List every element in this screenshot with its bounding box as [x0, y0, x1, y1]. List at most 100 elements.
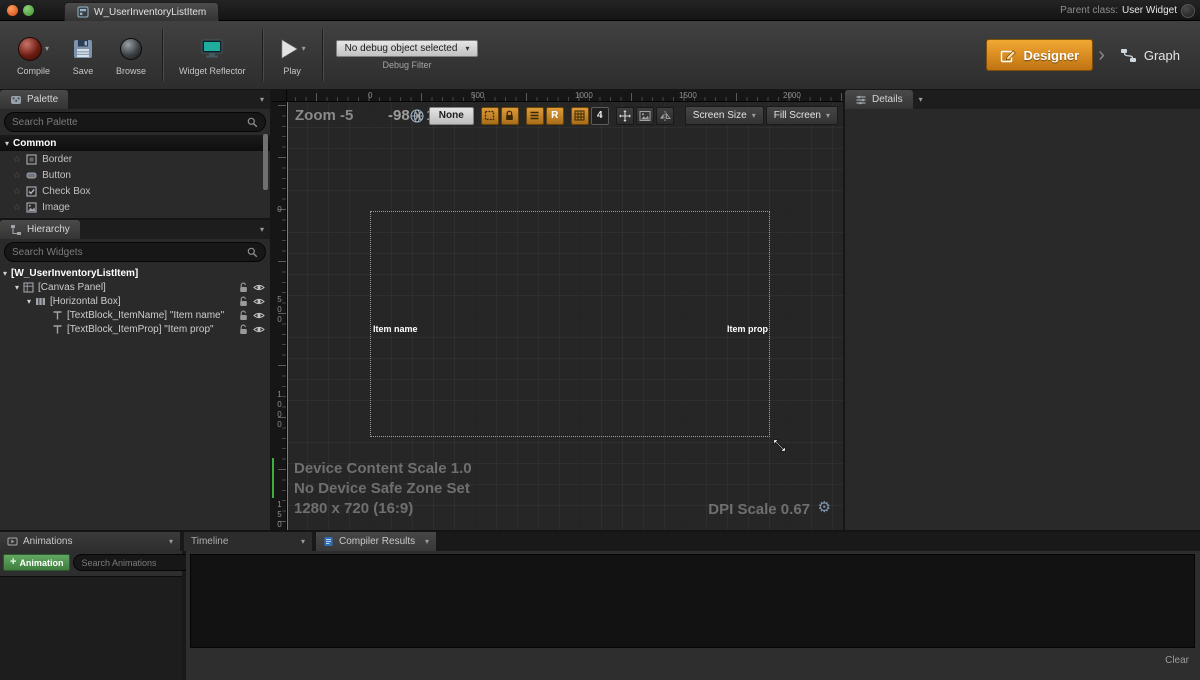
canvas-item-prop-text[interactable]: Item prop — [708, 324, 768, 334]
palette-item-check-box[interactable]: Check Box — [0, 183, 270, 199]
favorite-star-icon[interactable] — [13, 154, 21, 165]
clear-button[interactable]: Clear — [1165, 655, 1189, 666]
tab-menu-chevron-icon[interactable] — [301, 537, 305, 547]
hierarchy-search-input[interactable] — [12, 247, 243, 258]
guides-toggle-button[interactable] — [526, 107, 544, 125]
palette-menu-chevron-icon[interactable] — [260, 95, 264, 105]
hierarchy-menu-chevron-icon[interactable] — [260, 225, 264, 235]
expander-icon[interactable] — [3, 268, 7, 279]
tab-animations[interactable]: Animations — [0, 532, 180, 551]
hierarchy-item-horizontal-box[interactable]: [Horizontal Box] — [0, 294, 270, 308]
designer-mode-button[interactable]: Designer — [986, 39, 1094, 71]
ruler-label: 1500 — [275, 500, 284, 530]
asset-tab[interactable]: W_UserInventoryListItem — [64, 2, 219, 21]
bottom-tab-row: Animations Timeline Compiler Results — [0, 532, 1200, 551]
snap-size-button[interactable]: 4 — [591, 107, 609, 125]
chevron-down-icon — [465, 44, 469, 54]
palette-search[interactable] — [4, 112, 266, 132]
favorite-star-icon[interactable] — [13, 186, 21, 197]
tab-compiler-results[interactable]: Compiler Results — [316, 532, 436, 551]
expander-icon[interactable] — [27, 296, 31, 307]
debug-object-dropdown[interactable]: No debug object selected — [336, 40, 479, 57]
play-button[interactable]: Play — [268, 21, 317, 89]
bottom-dock: Animations Timeline Compiler Results — [0, 530, 1200, 680]
hierarchy-item-textblock-itemname[interactable]: [TextBlock_ItemName] "Item name" — [0, 308, 270, 322]
design-canvas[interactable]: Zoom -5 -98 x 1,364 None — [287, 102, 843, 530]
chevron-down-icon — [752, 111, 756, 121]
expander-icon[interactable] — [15, 282, 19, 293]
fill-rule-dropdown[interactable]: Fill Screen — [766, 106, 838, 125]
visibility-eye-icon[interactable] — [253, 311, 265, 320]
list-lines-icon — [529, 110, 540, 121]
favorite-star-icon[interactable] — [13, 170, 21, 181]
add-animation-button[interactable]: Animation — [3, 554, 70, 571]
animations-search-input[interactable] — [81, 558, 198, 568]
palette-scrollbar[interactable] — [263, 134, 268, 190]
animations-list[interactable] — [0, 576, 182, 680]
hierarchy-header: Hierarchy — [0, 220, 270, 239]
lock-icon[interactable] — [239, 282, 248, 293]
widget-reflector-button[interactable]: Widget Reflector — [168, 21, 257, 89]
hierarchy-item-root[interactable]: [W_UserInventoryListItem] — [0, 266, 270, 280]
save-button[interactable]: Save — [61, 21, 105, 89]
palette-category-common[interactable]: Common — [0, 135, 270, 151]
titlebar-dot-green[interactable] — [23, 5, 34, 16]
compiler-output[interactable] — [190, 554, 1195, 648]
tab-menu-chevron-icon[interactable] — [425, 537, 429, 547]
visibility-eye-icon[interactable] — [253, 297, 265, 306]
lock-widgets-button[interactable] — [501, 107, 519, 125]
r-toggle-button[interactable]: R — [546, 107, 564, 125]
favorite-star-icon[interactable] — [13, 202, 21, 213]
compiler-results-panel: Clear — [186, 551, 1200, 680]
canvas-item-name-text[interactable]: Item name — [373, 324, 418, 334]
animations-panel: Animation — [0, 551, 182, 680]
details-menu-chevron-icon[interactable] — [919, 95, 923, 105]
horizontal-ruler: 0 500 1000 1500 2000 — [287, 90, 843, 102]
palette-search-input[interactable] — [12, 117, 243, 128]
titlebar-dot-orange[interactable] — [7, 5, 18, 16]
lock-icon[interactable] — [239, 310, 248, 321]
palette-tab[interactable]: Palette — [0, 90, 68, 109]
dock-area: Palette Common — [0, 90, 1200, 530]
graph-mode-button[interactable]: Graph — [1110, 40, 1190, 70]
hierarchy-search[interactable] — [4, 242, 266, 262]
tab-timeline[interactable]: Timeline — [184, 532, 312, 551]
localization-preview-button[interactable] — [408, 107, 426, 125]
canvas-origin-line — [287, 102, 288, 530]
palette-item-image[interactable]: Image — [0, 199, 270, 215]
dpi-settings-gear-icon[interactable]: ⚙ — [818, 498, 831, 516]
preview-background-button[interactable] — [636, 107, 654, 125]
ruler-label: 500 — [275, 295, 284, 325]
hierarchy-tab[interactable]: Hierarchy — [0, 220, 80, 239]
ruler-label: 1500 — [679, 91, 697, 100]
ruler-corner — [272, 90, 287, 102]
toolbar-separator — [262, 29, 263, 81]
details-tab[interactable]: Details — [845, 90, 913, 109]
palette-item-border[interactable]: Border — [0, 151, 270, 167]
compile-options-chevron-icon[interactable] — [45, 44, 49, 53]
browse-button[interactable]: Browse — [105, 21, 157, 89]
visibility-eye-icon[interactable] — [253, 283, 265, 292]
toggle-outlines-button[interactable] — [481, 107, 499, 125]
main-toolbar: Compile Save Browse — [0, 21, 1200, 90]
lock-icon[interactable] — [239, 296, 248, 307]
grid-snap-button[interactable] — [571, 107, 589, 125]
screen-size-dropdown[interactable]: Screen Size — [685, 106, 764, 125]
preview-culture-button[interactable]: None — [429, 107, 474, 125]
hierarchy-item-canvas-panel[interactable]: [Canvas Panel] — [0, 280, 270, 294]
lock-icon[interactable] — [239, 324, 248, 335]
compile-button[interactable]: Compile — [6, 21, 61, 89]
hierarchy-item-textblock-itemprop[interactable]: [TextBlock_ItemProp] "Item prop" — [0, 322, 270, 336]
graph-icon — [1120, 47, 1137, 64]
tab-menu-chevron-icon[interactable] — [169, 537, 173, 547]
visibility-eye-icon[interactable] — [253, 325, 265, 334]
palette-item-button[interactable]: Button — [0, 167, 270, 183]
details-header: Details — [845, 90, 1200, 109]
palette-panel: Palette Common — [0, 90, 270, 218]
translate-mode-button[interactable] — [616, 107, 634, 125]
resize-cursor-icon[interactable] — [771, 437, 788, 454]
play-options-chevron-icon[interactable] — [302, 44, 306, 53]
designer-icon — [1000, 47, 1017, 64]
flip-horizontal-button[interactable] — [656, 107, 674, 125]
search-icon — [247, 247, 258, 258]
